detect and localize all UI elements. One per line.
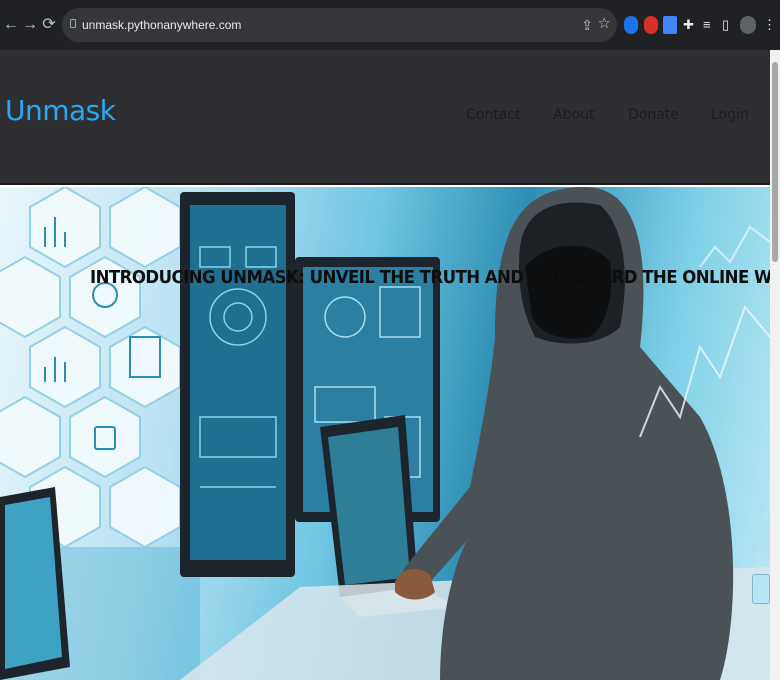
red-shield-extension-icon[interactable] [644, 16, 658, 34]
bookmark-star-icon[interactable]: ☆ [598, 15, 611, 33]
hero-title: INTRODUCING UNMASK: UNVEIL THE TRUTH AND… [90, 267, 770, 288]
nav-login[interactable]: Login [711, 107, 749, 123]
lock-icon[interactable] [70, 19, 76, 28]
blue-square-extension-icon[interactable] [663, 16, 677, 34]
side-panel-icon[interactable]: ▯ [722, 16, 729, 34]
nav-about[interactable]: About [553, 107, 594, 123]
scrollbar-thumb[interactable] [772, 62, 778, 262]
page-scrollbar[interactable] [770, 50, 780, 680]
reload-icon[interactable]: ⟳ [41, 14, 57, 36]
profile-avatar-icon[interactable] [740, 16, 756, 34]
forward-icon[interactable]: → [22, 14, 38, 36]
back-icon[interactable]: ← [3, 14, 19, 36]
site-header: Unmask Contact About Donate Login [0, 50, 770, 185]
menu-kebab-icon[interactable]: ⋮ [763, 16, 776, 34]
hero-banner: INTRODUCING UNMASK: UNVEIL THE TRUTH AND… [0, 187, 770, 680]
url-text[interactable]: unmask.pythonanywhere.com [82, 16, 241, 34]
reading-list-icon[interactable]: ≡ [703, 16, 711, 34]
share-icon[interactable]: ⇪ [581, 16, 593, 34]
hero-illustration [0, 187, 770, 680]
nav-contact[interactable]: Contact [466, 107, 520, 123]
puzzle-extension-icon[interactable]: ✚ [683, 16, 694, 34]
nav-donate[interactable]: Donate [628, 107, 679, 123]
address-bar[interactable]: unmask.pythonanywhere.com ⇪ ☆ [62, 8, 617, 42]
blue-circle-extension-icon[interactable] [624, 16, 638, 34]
site-logo[interactable]: Unmask [5, 94, 116, 127]
floating-corner-button[interactable] [752, 574, 770, 604]
browser-toolbar: ← → ⟳ unmask.pythonanywhere.com ⇪ ☆ ✚ ≡ … [0, 0, 780, 50]
